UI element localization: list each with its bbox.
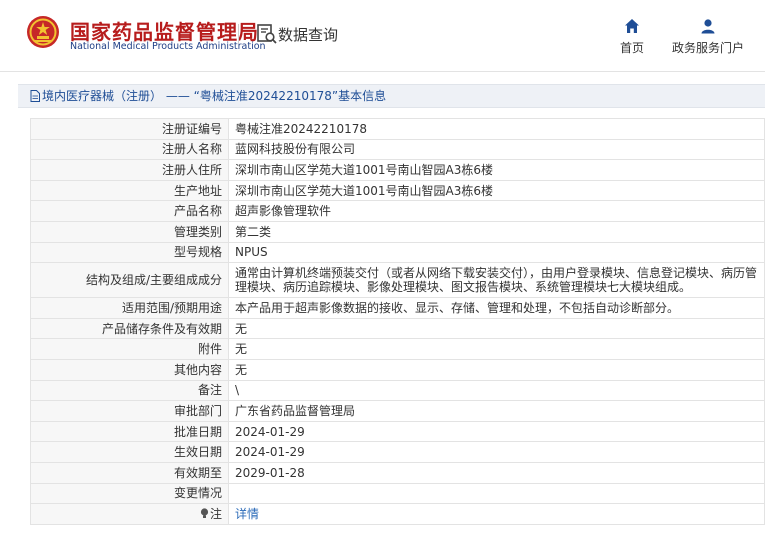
- table-row: 生产地址 深圳市南山区学苑大道1001号南山智园A3栋6楼: [30, 179, 765, 202]
- table-row: 管理类别 第二类: [30, 220, 765, 243]
- breadcrumb: 境内医疗器械（注册） —— “粤械注准20242210178”基本信息: [18, 84, 765, 108]
- field-value: 深圳市南山区学苑大道1001号南山智园A3栋6楼: [228, 179, 765, 202]
- field-value: 2024-01-29: [228, 420, 765, 443]
- document-icon: [30, 90, 40, 102]
- field-label: 附件: [30, 338, 229, 360]
- field-value: 2029-01-28: [228, 461, 765, 484]
- table-row: 结构及组成/主要组成成分 通常由计算机终端预装交付（或者从网络下载安装交付），由用…: [30, 262, 765, 299]
- field-value: [228, 482, 765, 505]
- table-row: 备注 \: [30, 379, 765, 402]
- field-value: 通常由计算机终端预装交付（或者从网络下载安装交付），由用户登录模块、信息登记模块…: [228, 262, 765, 299]
- field-label: 审批部门: [30, 400, 229, 422]
- table-row: 审批部门 广东省药品监督管理局: [30, 400, 765, 422]
- field-label: 生效日期: [30, 441, 229, 463]
- lightbulb-icon: [200, 508, 209, 518]
- field-label: 批准日期: [30, 420, 229, 443]
- field-value: NPUS: [228, 241, 765, 264]
- data-query-label[interactable]: 数据查询: [278, 24, 338, 45]
- home-icon: [625, 19, 639, 33]
- field-value: 无: [228, 317, 765, 340]
- breadcrumb-category[interactable]: 境内医疗器械（注册）: [42, 89, 162, 103]
- nav-portal-label: 政务服务门户: [671, 41, 744, 55]
- field-value: 本产品用于超声影像数据的接收、显示、存储、管理和处理，不包括自动诊断部分。: [228, 297, 765, 319]
- field-label: 生产地址: [30, 179, 229, 202]
- table-row: 产品储存条件及有效期无: [30, 317, 765, 340]
- nav-home[interactable]: 首页: [614, 18, 650, 56]
- data-query-icon: [257, 24, 277, 44]
- table-row: 有效期至 2029-01-28: [30, 461, 765, 484]
- table-row: 产品名称 超声影像管理软件: [30, 200, 765, 222]
- field-label: 注册证编号: [30, 118, 229, 140]
- field-label: 备注: [30, 379, 229, 402]
- field-value: 蓝网科技股份有限公司: [228, 138, 765, 161]
- field-label: 型号规格: [30, 241, 229, 264]
- field-value: 深圳市南山区学苑大道1001号南山智园A3栋6楼: [228, 159, 765, 181]
- field-value: 无: [228, 338, 765, 360]
- table-row: 其他内容无: [30, 358, 765, 381]
- field-label: 变更情况: [30, 482, 229, 505]
- field-value: 广东省药品监督管理局: [228, 400, 765, 422]
- table-row: 注册证编号 粤械注准20242210178: [30, 118, 765, 140]
- field-label: 注册人住所: [30, 159, 229, 181]
- registration-details-table: 注册证编号 粤械注准20242210178 注册人名称 蓝网科技股份有限公司 注册人…: [30, 118, 765, 525]
- note-label: 注: [209, 506, 222, 521]
- field-value: 粤械注准20242210178: [228, 118, 765, 140]
- national-emblem-icon: [27, 16, 59, 48]
- field-label: 产品储存条件及有效期: [30, 317, 229, 340]
- table-row: 注 详情: [30, 503, 765, 525]
- nav-portal[interactable]: 政务服务门户: [668, 18, 748, 56]
- table-row: 批准日期 2024-01-29: [30, 420, 765, 443]
- breadcrumb-title: “粤械注准20242210178”基本信息: [193, 89, 387, 103]
- brand-subtitle: National Medical Products Administration: [70, 41, 266, 52]
- field-value: 超声影像管理软件: [228, 200, 765, 222]
- note-label-cell: 注: [30, 503, 229, 525]
- field-label: 产品名称: [30, 200, 229, 222]
- table-row: 适用范围/预期用途 本产品用于超声影像数据的接收、显示、存储、管理和处理，不包括自…: [30, 297, 765, 319]
- table-row: 型号规格 NPUS: [30, 241, 765, 264]
- field-value: 2024-01-29: [228, 441, 765, 463]
- table-row: 生效日期 2024-01-29: [30, 441, 765, 463]
- table-row: 注册人住所 深圳市南山区学苑大道1001号南山智园A3栋6楼: [30, 159, 765, 181]
- field-value: 无: [228, 358, 765, 381]
- field-label: 管理类别: [30, 220, 229, 243]
- field-label: 有效期至: [30, 461, 229, 484]
- field-value: 第二类: [228, 220, 765, 243]
- breadcrumb-separator: ——: [165, 89, 190, 103]
- field-label: 其他内容: [30, 358, 229, 381]
- table-row: 变更情况: [30, 482, 765, 505]
- site-header: 国家药品监督管理局 National Medical Products Admi…: [0, 0, 765, 72]
- field-label: 结构及组成/主要组成成分: [30, 262, 229, 299]
- user-icon: [701, 19, 715, 34]
- field-label: 适用范围/预期用途: [30, 297, 229, 319]
- header-divider: [238, 24, 239, 44]
- table-row: 附件无: [30, 338, 765, 360]
- field-label: 注册人名称: [30, 138, 229, 161]
- details-link[interactable]: 详情: [235, 507, 259, 521]
- nav-home-label: 首页: [619, 41, 644, 55]
- field-value: \: [228, 379, 765, 402]
- table-row: 注册人名称 蓝网科技股份有限公司: [30, 138, 765, 161]
- note-value-cell: 详情: [228, 503, 765, 525]
